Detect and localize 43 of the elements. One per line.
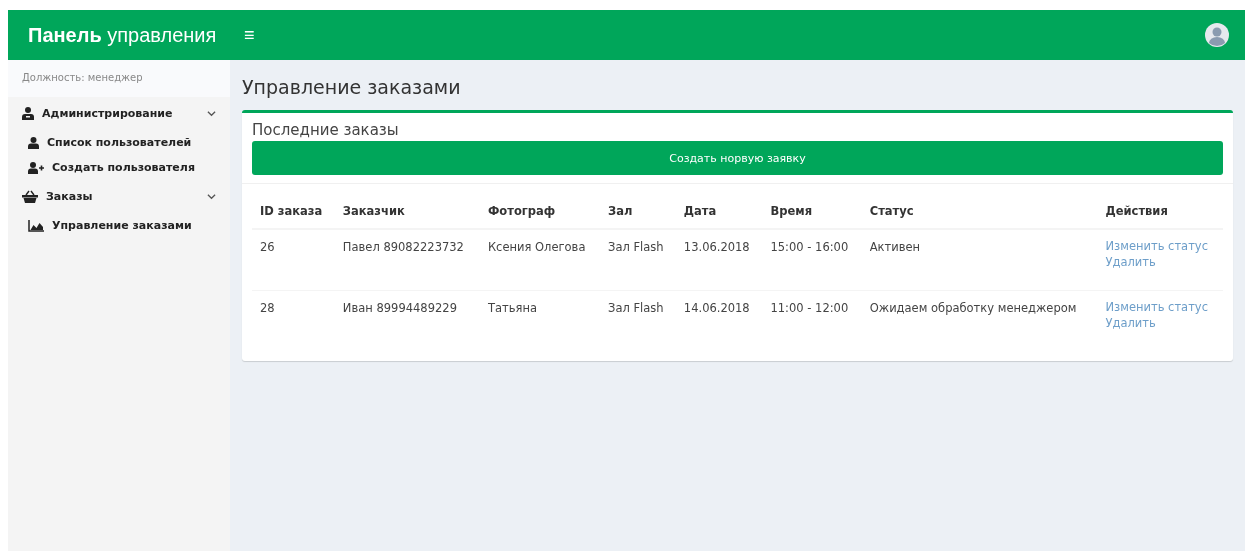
column-header: Фотограф [479,194,601,229]
column-header: Дата [675,194,763,229]
table-cell: Зал Flash [600,229,676,291]
action-link[interactable]: Изменить статус [1105,237,1215,256]
action-link[interactable]: Удалить [1105,253,1215,272]
basket-icon [22,190,38,203]
menu-toggle-button[interactable]: ≡ [230,24,269,46]
column-header: Заказчик [334,194,480,229]
table-cell: Павел 89082223732 [334,229,480,291]
column-header: Действия [1097,194,1223,229]
sidebar-item[interactable]: Управление заказами [8,213,230,238]
avatar-icon[interactable] [1205,23,1229,47]
app-logo[interactable]: Панель управления [8,23,230,47]
role-label: Должность: менеджер [8,60,230,97]
table-cell: Зал Flash [600,290,676,351]
card-title: Последние заказы [252,121,400,139]
column-header: Время [762,194,862,229]
action-link[interactable]: Изменить статус [1105,298,1215,317]
area-chart-icon [28,219,44,232]
table-cell: 15:00 - 16:00 [762,229,862,291]
user-icon [22,107,34,120]
sidebar-section[interactable]: Заказы [8,180,230,213]
column-header: Зал [600,194,676,229]
sidebar-item[interactable]: Создать пользователя [8,155,230,180]
action-link[interactable]: Удалить [1105,314,1215,333]
sidebar-section[interactable]: Администрирование [8,97,230,130]
user-plus-icon [28,161,44,174]
table-cell: Активен [861,229,1098,291]
table-cell: 14.06.2018 [675,290,763,351]
table-cell: Иван 89994489229 [334,290,480,351]
table-cell: Ксения Олегова [479,229,601,291]
user-icon [28,136,39,149]
table-cell: 28 [252,290,335,351]
column-header: ID заказа [252,194,335,229]
sidebar-item[interactable]: Список пользователей [8,130,230,155]
page-title: Управление заказами [242,76,462,98]
table-cell: 13.06.2018 [675,229,763,291]
create-order-button[interactable]: Создать норвую заявку [252,141,1223,175]
column-header: Статус [861,194,1098,229]
table-cell: Татьяна [479,290,601,351]
table-cell: 11:00 - 12:00 [762,290,862,351]
table-cell: Ожидаем обработку менеджером [861,290,1098,351]
table-cell: 26 [252,229,335,291]
